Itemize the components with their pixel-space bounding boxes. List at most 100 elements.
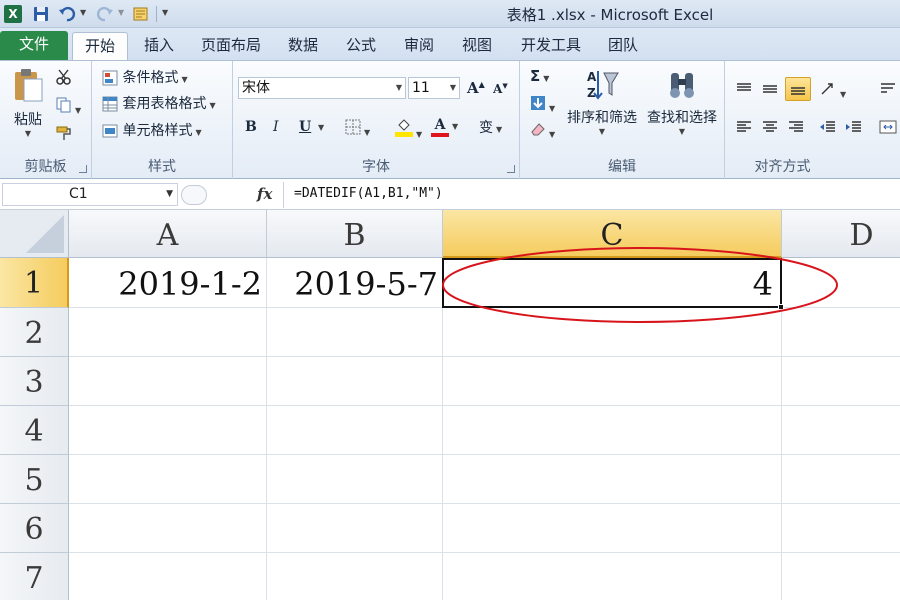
cell-b6[interactable] bbox=[267, 504, 443, 553]
cell-d5[interactable] bbox=[782, 455, 900, 504]
formula-input[interactable]: =DATEDIF(A1,B1,"M") bbox=[283, 182, 900, 208]
orientation-dropdown-icon: ▼ bbox=[840, 90, 847, 99]
cell-styles-button[interactable]: 单元格样式 ▼ bbox=[102, 120, 202, 140]
cell-a6[interactable] bbox=[69, 504, 267, 553]
cell-d2[interactable] bbox=[782, 308, 900, 357]
cell-d1[interactable] bbox=[782, 258, 900, 308]
italic-button[interactable]: I bbox=[273, 119, 279, 135]
formula-bar-resize-handle[interactable] bbox=[181, 185, 207, 205]
insert-function-icon[interactable]: fx bbox=[257, 185, 272, 203]
merge-center-button[interactable] bbox=[879, 119, 897, 139]
underline-button[interactable]: U bbox=[299, 119, 311, 135]
font-size-select[interactable]: 11 ▼ bbox=[408, 77, 460, 99]
cell-c4[interactable] bbox=[443, 406, 782, 455]
group-alignment: ▼ 对齐方式 bbox=[725, 61, 900, 179]
cell-b2[interactable] bbox=[267, 308, 443, 357]
copy-button[interactable]: ▼ bbox=[56, 97, 81, 117]
tab-developer[interactable]: 开发工具 bbox=[512, 32, 590, 60]
align-top-button[interactable] bbox=[735, 81, 753, 101]
borders-button[interactable]: ▼ bbox=[345, 119, 370, 139]
borders-dropdown-icon: ▼ bbox=[364, 128, 371, 137]
column-header-a[interactable]: A bbox=[69, 210, 267, 258]
clear-button[interactable]: ▼ bbox=[530, 121, 555, 141]
align-bottom-button[interactable] bbox=[785, 77, 811, 101]
tab-formulas[interactable]: 公式 bbox=[338, 32, 384, 60]
underline-dropdown-icon[interactable]: ▼ bbox=[318, 123, 324, 132]
cell-c7[interactable] bbox=[443, 553, 782, 600]
increase-indent-button[interactable] bbox=[845, 119, 863, 139]
phonetic-icon: 变 bbox=[479, 120, 493, 136]
orientation-button[interactable]: ▼ bbox=[819, 81, 846, 101]
cell-c2[interactable] bbox=[443, 308, 782, 357]
sort-filter-button[interactable]: AZ 排序和筛选 ▼ bbox=[562, 67, 642, 136]
align-middle-button[interactable] bbox=[761, 81, 779, 101]
cell-a7[interactable] bbox=[69, 553, 267, 600]
cell-c6[interactable] bbox=[443, 504, 782, 553]
tab-team[interactable]: 团队 bbox=[600, 32, 646, 60]
cell-c3[interactable] bbox=[443, 357, 782, 406]
font-name-dropdown-icon: ▼ bbox=[395, 83, 403, 92]
align-center-button[interactable] bbox=[761, 119, 779, 139]
cell-d3[interactable] bbox=[782, 357, 900, 406]
cell-a4[interactable] bbox=[69, 406, 267, 455]
name-box[interactable]: C1 ▼ bbox=[2, 183, 178, 206]
autosum-button[interactable]: Σ ▼ bbox=[530, 67, 549, 85]
paste-button[interactable]: 粘贴 ▼ bbox=[8, 67, 48, 138]
align-right-button[interactable] bbox=[787, 119, 805, 139]
cell-b4[interactable] bbox=[267, 406, 443, 455]
font-name-select[interactable]: 宋体 ▼ bbox=[238, 77, 406, 99]
bold-button[interactable]: B bbox=[245, 119, 257, 135]
cell-c5[interactable] bbox=[443, 455, 782, 504]
cell-d4[interactable] bbox=[782, 406, 900, 455]
decrease-indent-button[interactable] bbox=[819, 119, 837, 139]
cell-a5[interactable] bbox=[69, 455, 267, 504]
wrap-text-button[interactable] bbox=[879, 81, 897, 101]
cell-a2[interactable] bbox=[69, 308, 267, 357]
row-header-4[interactable]: 4 bbox=[0, 406, 69, 455]
grow-font-button[interactable]: A▲ bbox=[467, 79, 485, 97]
select-all-button[interactable] bbox=[0, 210, 69, 258]
clipboard-launcher-icon[interactable] bbox=[79, 165, 87, 173]
tab-home[interactable]: 开始 bbox=[72, 32, 128, 60]
cell-b1[interactable]: 2019-5-7 bbox=[267, 258, 443, 308]
cell-d7[interactable] bbox=[782, 553, 900, 600]
tab-insert[interactable]: 插入 bbox=[136, 32, 182, 60]
font-color-button[interactable]: A ▼ bbox=[431, 117, 458, 137]
conditional-format-button[interactable]: 条件格式 ▼ bbox=[102, 67, 188, 87]
find-select-dropdown-icon: ▼ bbox=[678, 127, 686, 136]
cell-c1[interactable]: 4 bbox=[443, 258, 782, 308]
row-header-3[interactable]: 3 bbox=[0, 357, 69, 406]
phonetic-button[interactable]: 变 ▼ bbox=[479, 117, 502, 137]
tab-review[interactable]: 审阅 bbox=[396, 32, 442, 60]
font-launcher-icon[interactable] bbox=[507, 165, 515, 173]
cell-styles-label: 单元格样式 bbox=[122, 123, 193, 139]
column-header-d[interactable]: D bbox=[782, 210, 900, 258]
tab-data[interactable]: 数据 bbox=[280, 32, 326, 60]
column-header-c[interactable]: C bbox=[443, 210, 782, 258]
row-header-2[interactable]: 2 bbox=[0, 308, 69, 357]
cut-button[interactable] bbox=[56, 69, 72, 89]
cell-b7[interactable] bbox=[267, 553, 443, 600]
fill-color-button[interactable]: ▼ bbox=[395, 117, 422, 141]
find-select-button[interactable]: 查找和选择 ▼ bbox=[642, 67, 722, 136]
cell-b3[interactable] bbox=[267, 357, 443, 406]
fill-button[interactable]: ▼ bbox=[530, 95, 555, 115]
row-header-7[interactable]: 7 bbox=[0, 553, 69, 600]
column-header-b[interactable]: B bbox=[267, 210, 443, 258]
row-header-1[interactable]: 1 bbox=[0, 258, 69, 308]
cell-a3[interactable] bbox=[69, 357, 267, 406]
format-painter-button[interactable] bbox=[56, 125, 72, 145]
shrink-font-button[interactable]: A▼ bbox=[493, 81, 508, 96]
cell-d6[interactable] bbox=[782, 504, 900, 553]
align-left-button[interactable] bbox=[735, 119, 753, 139]
name-box-dropdown-icon[interactable]: ▼ bbox=[166, 184, 173, 205]
cell-a1[interactable]: 2019-1-2 bbox=[69, 258, 267, 308]
row-header-5[interactable]: 5 bbox=[0, 455, 69, 504]
tab-view[interactable]: 视图 bbox=[454, 32, 500, 60]
row-header-6[interactable]: 6 bbox=[0, 504, 69, 553]
paste-icon bbox=[15, 69, 43, 102]
cell-b5[interactable] bbox=[267, 455, 443, 504]
format-as-table-button[interactable]: 套用表格格式 ▼ bbox=[102, 93, 216, 113]
tab-file[interactable]: 文件 bbox=[0, 31, 68, 60]
tab-page-layout[interactable]: 页面布局 bbox=[192, 32, 270, 60]
